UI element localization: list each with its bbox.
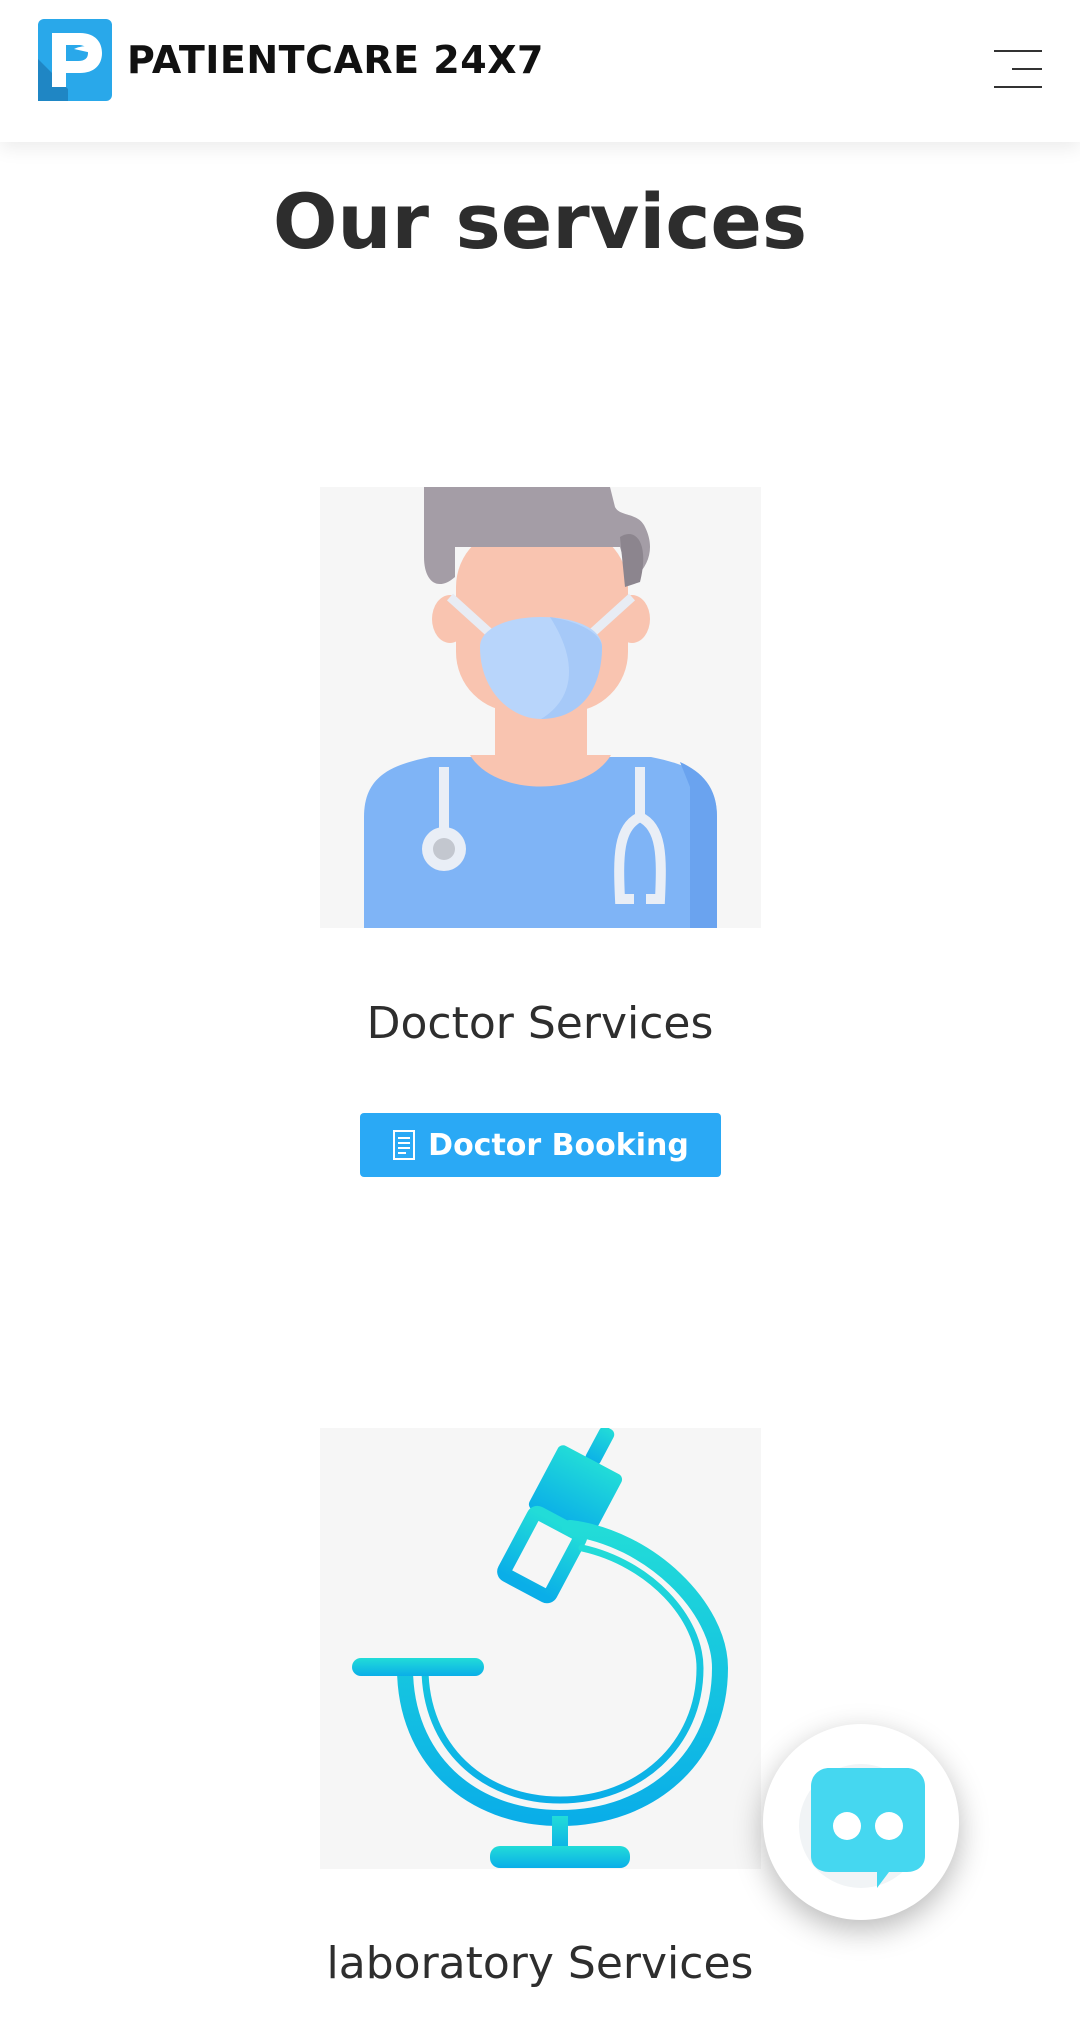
- patientcare-logo-icon: [38, 19, 112, 101]
- chatbot-icon: [799, 1764, 925, 1888]
- doctor-services-title: Doctor Services: [366, 998, 714, 1049]
- page-title: Our services: [272, 177, 808, 266]
- microscope-illustration-icon: [320, 1428, 761, 1869]
- hamburger-menu-line: [1012, 68, 1042, 70]
- doctor-service-image: [320, 487, 761, 928]
- laboratory-services-title: laboratory Services: [326, 1938, 754, 1989]
- hamburger-menu-line: [994, 86, 1042, 88]
- brand-logo-link[interactable]: PATIENTCARE 24X7: [38, 19, 544, 101]
- doctor-booking-label: Doctor Booking: [428, 1127, 689, 1163]
- site-header: PATIENTCARE 24X7: [0, 0, 1080, 142]
- brand-name: PATIENTCARE 24X7: [127, 38, 544, 82]
- hamburger-menu-button[interactable]: [992, 48, 1042, 90]
- document-icon: [393, 1130, 416, 1160]
- doctor-booking-button[interactable]: Doctor Booking: [360, 1113, 721, 1177]
- chatbot-launcher-button[interactable]: [763, 1724, 959, 1920]
- doctor-illustration-icon: [320, 487, 761, 928]
- hamburger-menu-icon: [994, 50, 1042, 52]
- laboratory-service-image: [320, 1428, 761, 1869]
